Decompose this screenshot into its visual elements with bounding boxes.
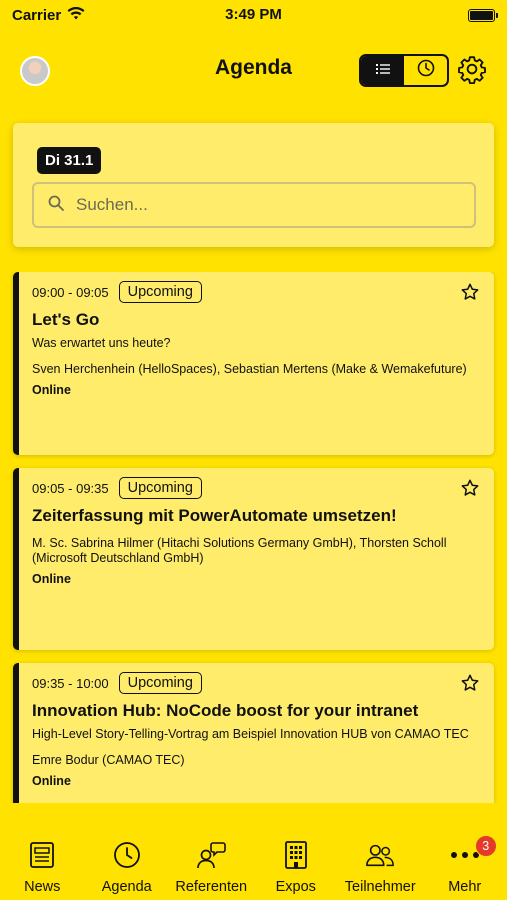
event-title: Let's Go bbox=[32, 310, 100, 329]
tab-teilnehmer[interactable]: Teilnehmer bbox=[338, 840, 423, 900]
event-location: Online bbox=[32, 383, 71, 397]
tab-bar: News Agenda Referenten Expos Teilnehmer … bbox=[0, 803, 507, 900]
tab-expos[interactable]: Expos bbox=[254, 840, 339, 900]
tab-label: Teilnehmer bbox=[344, 879, 416, 895]
event-speakers: Emre Bodur (CAMAO TEC) bbox=[32, 753, 185, 767]
search-icon bbox=[48, 195, 64, 216]
event-time: 09:35 - 10:00 bbox=[32, 675, 109, 691]
speakers-icon bbox=[196, 840, 227, 870]
event-card[interactable]: 09:00 - 09:05 Upcoming Let's Go Was erwa… bbox=[13, 272, 494, 455]
building-icon bbox=[281, 840, 311, 870]
settings-button[interactable] bbox=[456, 55, 488, 87]
status-bar: Carrier 3:49 PM bbox=[0, 0, 507, 30]
timeline-view-toggle[interactable] bbox=[404, 56, 447, 85]
clock-time: 3:49 PM bbox=[225, 6, 282, 23]
tab-referenten[interactable]: Referenten bbox=[169, 840, 254, 900]
event-title: Zeiterfassung mit PowerAutomate umsetzen… bbox=[32, 506, 397, 525]
event-time: 09:00 - 09:05 bbox=[32, 284, 109, 300]
clock-icon bbox=[112, 840, 142, 870]
header: Agenda bbox=[0, 44, 507, 96]
event-card[interactable]: 09:05 - 09:35 Upcoming Zeiterfassung mit… bbox=[13, 468, 494, 650]
tab-label: Expos bbox=[275, 879, 316, 895]
people-icon bbox=[365, 840, 395, 870]
star-icon[interactable] bbox=[460, 282, 480, 307]
star-icon[interactable] bbox=[460, 673, 480, 698]
event-title: Innovation Hub: NoCode boost for your in… bbox=[32, 701, 419, 720]
list-icon bbox=[375, 62, 390, 80]
event-list[interactable]: 09:00 - 09:05 Upcoming Let's Go Was erwa… bbox=[0, 272, 507, 803]
star-icon[interactable] bbox=[460, 478, 480, 503]
event-description: Was erwartet uns heute? bbox=[32, 336, 171, 350]
event-location: Online bbox=[32, 774, 71, 788]
status-badge: Upcoming bbox=[118, 281, 202, 303]
list-view-toggle[interactable] bbox=[361, 56, 404, 85]
tab-label: Mehr bbox=[448, 879, 482, 895]
gear-icon bbox=[457, 54, 487, 89]
event-speakers: Sven Herchenhein (HelloSpaces), Sebastia… bbox=[32, 362, 467, 376]
search-input[interactable]: Suchen... bbox=[32, 182, 476, 228]
event-time: 09:05 - 09:35 bbox=[32, 480, 109, 496]
search-placeholder: Suchen... bbox=[76, 195, 148, 214]
event-speakers: M. Sc. Sabrina Hilmer (Hitachi Solutions… bbox=[32, 536, 447, 565]
event-card[interactable]: 09:35 - 10:00 Upcoming Innovation Hub: N… bbox=[13, 663, 494, 803]
date-chip[interactable]: Di 31.1 bbox=[37, 147, 102, 174]
status-badge: Upcoming bbox=[118, 477, 202, 499]
view-toggle[interactable] bbox=[359, 54, 449, 87]
tab-label: News bbox=[24, 879, 61, 895]
tab-label: Agenda bbox=[101, 879, 152, 895]
notification-badge: 3 bbox=[474, 835, 497, 857]
battery-icon bbox=[468, 8, 498, 22]
filter-card: Di 31.1 Suchen... bbox=[13, 123, 494, 247]
newspaper-icon bbox=[27, 840, 57, 870]
event-location: Online bbox=[32, 572, 71, 586]
status-badge: Upcoming bbox=[118, 672, 202, 694]
event-description: High-Level Story-Telling-Vortrag am Beis… bbox=[32, 727, 469, 741]
tab-agenda[interactable]: Agenda bbox=[85, 840, 170, 900]
tab-news[interactable]: News bbox=[0, 840, 85, 900]
tab-mehr[interactable]: 3 Mehr bbox=[423, 835, 507, 900]
clock-icon bbox=[417, 59, 435, 82]
tab-label: Referenten bbox=[175, 879, 248, 895]
